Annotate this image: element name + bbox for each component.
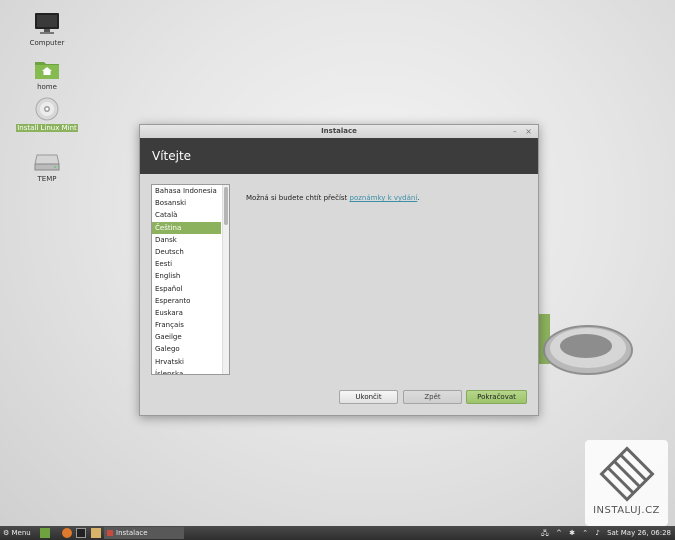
language-item[interactable]: Hrvatski — [152, 356, 221, 368]
taskbar-window-instalace[interactable]: Instalace — [104, 527, 184, 539]
desktop-icon-label: home — [37, 83, 57, 91]
language-item[interactable]: Català — [152, 209, 221, 221]
language-item[interactable]: Español — [152, 283, 221, 295]
language-item[interactable]: Français — [152, 319, 221, 331]
drive-icon — [34, 154, 60, 171]
language-item[interactable]: Íslenska — [152, 368, 221, 374]
desktop-icon-home[interactable]: home — [17, 58, 77, 91]
scrollbar-thumb[interactable] — [224, 187, 228, 225]
files-icon[interactable] — [90, 528, 101, 538]
language-item[interactable]: Gaeilge — [152, 331, 221, 343]
firefox-icon[interactable] — [62, 528, 73, 538]
bluetooth-icon[interactable]: ✱ — [569, 529, 575, 537]
back-button[interactable]: Zpět — [403, 390, 462, 404]
release-notes-link[interactable]: poznámky k vydání — [350, 194, 418, 202]
language-item[interactable]: English — [152, 270, 221, 282]
titlebar[interactable]: Instalace – × — [140, 125, 538, 138]
welcome-header: Vítejte — [140, 138, 538, 174]
volume-icon[interactable]: ♪ — [595, 529, 599, 537]
disc-icon — [35, 97, 59, 121]
minimize-icon[interactable]: – — [513, 127, 517, 136]
language-item[interactable]: Bahasa Indonesia — [152, 185, 221, 197]
continue-button[interactable]: Pokračovat — [466, 390, 527, 404]
language-item[interactable]: Esperanto — [152, 295, 221, 307]
terminal-icon[interactable] — [76, 528, 87, 538]
language-item[interactable]: Euskara — [152, 307, 221, 319]
taskbar: ⚙ Menu Instalace 🖧 ^ ✱ ⌃ ♪ Sat May 26, 0… — [0, 526, 675, 540]
language-item[interactable]: Galego — [152, 343, 221, 355]
chevron-up-icon[interactable]: ^ — [556, 529, 562, 537]
menu-label: Menu — [11, 529, 31, 537]
desktop-icon-label: Computer — [29, 39, 65, 47]
release-notes-text: Možná si budete chtít přečíst poznámky k… — [246, 194, 420, 202]
quick-launchers — [40, 528, 103, 538]
desktop-icon-label: Install Linux Mint — [16, 124, 78, 132]
watermark-text: INSTALUJ.CZ — [593, 505, 660, 516]
mint-wallpaper-logo — [536, 314, 633, 375]
language-item[interactable]: Deutsch — [152, 246, 221, 258]
instaluj-logo-icon — [598, 446, 655, 502]
computer-icon — [35, 13, 59, 34]
mint-menu-icon: ⚙ — [3, 529, 10, 537]
language-item[interactable]: Bosanski — [152, 197, 221, 209]
language-item[interactable]: Čeština — [152, 221, 221, 234]
release-notes-prefix: Možná si budete chtít přečíst — [246, 194, 350, 202]
close-icon[interactable]: × — [525, 127, 532, 136]
desktop-icon-install[interactable]: Install Linux Mint — [16, 97, 78, 132]
desktop-icon-computer[interactable]: Computer — [17, 12, 77, 47]
system-tray: 🖧 ^ ✱ ⌃ ♪ Sat May 26, 06:28 — [536, 526, 671, 540]
scrollbar[interactable] — [222, 185, 229, 374]
language-list[interactable]: Bahasa Indonesia Bosanski Català Čeština Dan… — [151, 184, 230, 375]
installer-window: Instalace – × Vítejte Bahasa Indonesia Bo… — [139, 124, 539, 416]
language-item[interactable]: Dansk — [152, 234, 221, 246]
desktop-icon-temp[interactable]: TEMP — [17, 152, 77, 183]
network-icon[interactable]: 🖧 — [541, 529, 549, 537]
desktop-icon-label: TEMP — [37, 175, 57, 183]
language-item[interactable]: Eesti — [152, 258, 221, 270]
wifi-icon[interactable]: ⌃ — [582, 529, 588, 537]
quit-button[interactable]: Ukončit — [339, 390, 398, 404]
home-folder-icon — [35, 62, 59, 79]
clock[interactable]: Sat May 26, 06:28 — [607, 529, 671, 537]
watermark: INSTALUJ.CZ — [585, 440, 668, 526]
menu-button[interactable]: ⚙ Menu — [3, 526, 31, 540]
release-notes-suffix: . — [417, 194, 420, 202]
window-title: Instalace — [321, 127, 357, 135]
show-desktop-icon[interactable] — [40, 528, 50, 538]
